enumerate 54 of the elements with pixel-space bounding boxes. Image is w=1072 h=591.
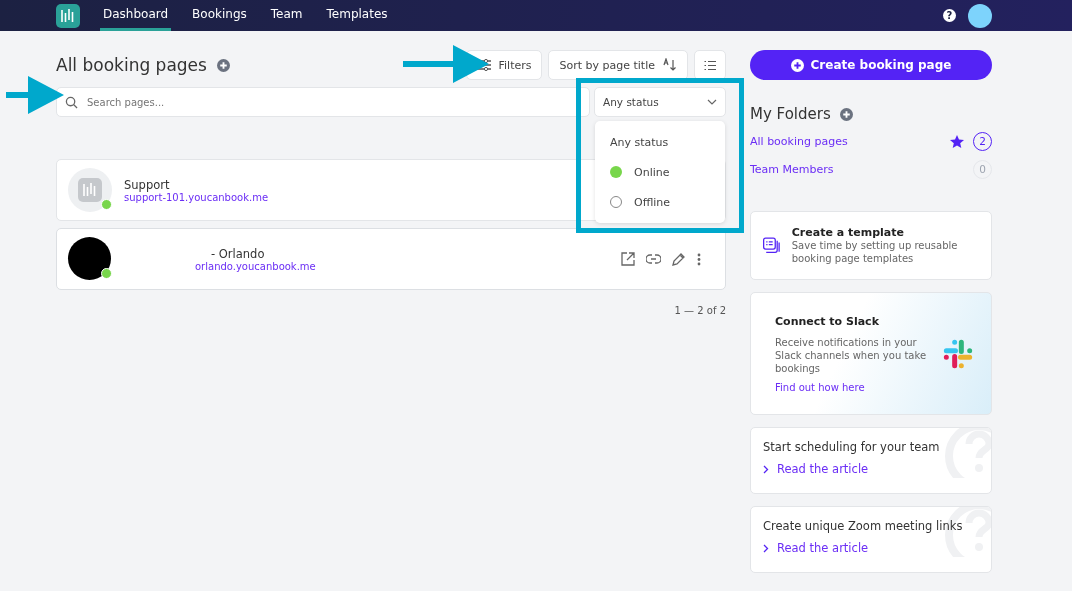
sort-button[interactable]: Sort by page title — [548, 50, 688, 80]
page-link[interactable]: support-101.youcanbook.me — [124, 191, 269, 203]
bars-logo-avatar — [68, 168, 112, 212]
card-link[interactable]: Find out how here — [775, 381, 935, 393]
add-icon[interactable] — [216, 58, 230, 72]
card-text: Save time by setting up reusable booking page templates — [791, 239, 959, 265]
create-booking-page-button[interactable]: Create booking page — [750, 50, 992, 80]
list-view-button[interactable] — [694, 50, 726, 80]
nav-tab[interactable]: Team — [267, 0, 306, 31]
status-option[interactable]: Online — [595, 157, 725, 187]
status-option[interactable]: Offline — [595, 187, 725, 217]
page-link[interactable]: orlando.youcanbook.me — [195, 260, 316, 272]
booking-page-row[interactable]: - Orlando orlando.youcanbook.me — [56, 228, 726, 290]
nav-tab[interactable]: Templates — [323, 0, 391, 31]
read-article-link[interactable]: Read the article — [763, 462, 979, 476]
search-field[interactable]: Search pages... — [56, 87, 590, 117]
read-article-link[interactable]: Read the article — [763, 541, 979, 555]
online-dot-icon — [610, 166, 622, 178]
chevron-right-icon — [763, 464, 769, 474]
template-card[interactable]: Create a template Save time by setting up reusable booking page templates — [750, 211, 992, 280]
sort-icon — [663, 58, 677, 72]
status-dropdown[interactable]: Any status — [594, 87, 726, 117]
article-card[interactable]: Start scheduling for your team Read the article — [750, 427, 992, 494]
card-title: Create a template — [791, 226, 905, 239]
annotation-arrow — [6, 76, 64, 114]
list-icon — [704, 59, 716, 71]
page-name: - Orlando — [211, 246, 265, 261]
article-card[interactable]: Create unique Zoom meeting links Read the article — [750, 506, 992, 573]
card-text: Receive notifications in your Slack channels when you take bookings — [775, 335, 928, 375]
link-icon[interactable] — [646, 254, 661, 264]
folder-link[interactable]: All booking pages — [750, 134, 848, 148]
bars-logo-icon[interactable] — [56, 3, 80, 28]
plus-circle-icon — [790, 58, 804, 72]
card-title: Create unique Zoom meeting links — [763, 519, 964, 533]
star-icon[interactable] — [950, 134, 964, 148]
add-icon[interactable] — [839, 107, 853, 121]
folders-title: My Folders — [750, 105, 831, 123]
chevron-right-icon — [763, 543, 769, 553]
pencil-icon[interactable] — [672, 252, 686, 266]
external-link-icon[interactable] — [621, 252, 635, 266]
chevron-icon — [707, 99, 717, 105]
nav-tab[interactable]: Bookings — [189, 0, 250, 31]
more-icon[interactable] — [697, 252, 701, 266]
card-title: Start scheduling for your team — [763, 440, 941, 454]
avatar-circle — [68, 237, 111, 280]
page-name: Support — [124, 177, 170, 192]
page-title: All booking pages — [56, 55, 207, 75]
status-option[interactable]: Any status — [595, 127, 725, 157]
pagination-text: 1 — 2 of 2 — [674, 305, 726, 316]
folder-link[interactable]: Team Members — [750, 162, 834, 176]
help-icon[interactable]: ? — [943, 9, 956, 22]
user-avatar[interactable] — [968, 3, 992, 28]
card-title: Connect to Slack — [775, 314, 880, 328]
nav-tab[interactable]: Dashboard — [100, 0, 172, 31]
